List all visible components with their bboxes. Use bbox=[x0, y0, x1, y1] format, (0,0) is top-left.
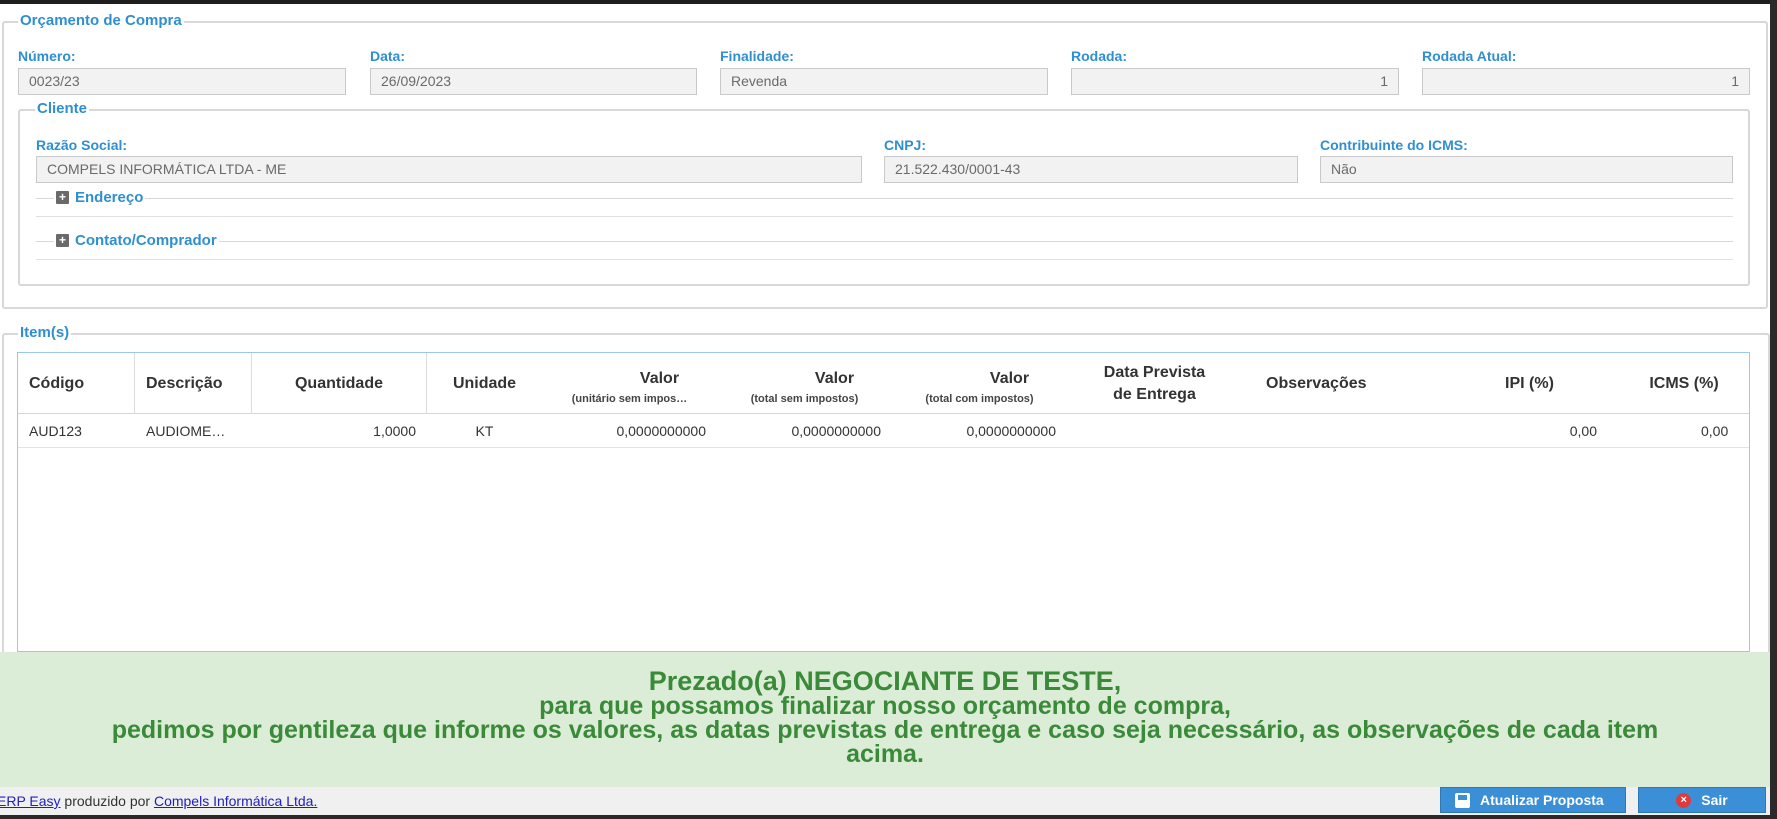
col-valor-unitario[interactable]: Valor (unitário sem impos… bbox=[542, 353, 717, 414]
banner-line-4: acima. bbox=[846, 740, 924, 768]
data-label: Data: bbox=[370, 48, 406, 64]
col-codigo[interactable]: Código bbox=[18, 353, 135, 414]
contato-toggle[interactable]: + Contato/Comprador bbox=[54, 232, 219, 249]
instruction-banner: Prezado(a) NEGOCIANTE DE TESTE, para que… bbox=[0, 652, 1770, 787]
erp-easy-link[interactable]: ERP Easy bbox=[0, 793, 61, 809]
cell-data-prevista[interactable] bbox=[1067, 415, 1242, 447]
rodada-atual-label: Rodada Atual: bbox=[1422, 48, 1517, 64]
col-data-prevista[interactable]: Data Prevista de Entrega bbox=[1067, 353, 1242, 414]
table-row[interactable]: AUD123 AUDIOME… 1,0000 KT 0,0000000000 0… bbox=[18, 415, 1749, 448]
numero-field[interactable]: 0023/23 bbox=[18, 68, 346, 95]
sair-label: Sair bbox=[1701, 792, 1728, 808]
cell-valor-total[interactable]: 0,0000000000 bbox=[717, 415, 881, 447]
icms-field[interactable]: Não bbox=[1320, 156, 1733, 183]
col-observacoes[interactable]: Observações bbox=[1242, 353, 1442, 414]
razao-social-field[interactable]: COMPELS INFORMÁTICA LTDA - ME bbox=[36, 156, 862, 183]
window-top-strip bbox=[0, 0, 1777, 4]
contato-section: + Contato/Comprador bbox=[36, 232, 1733, 260]
col-icms[interactable]: ICMS (%) bbox=[1617, 353, 1749, 414]
close-icon: × bbox=[1676, 792, 1692, 808]
window-bottom-edge bbox=[0, 815, 1777, 819]
col-unidade[interactable]: Unidade bbox=[427, 353, 542, 414]
numero-label: Número: bbox=[18, 48, 76, 64]
col-valor-total[interactable]: Valor (total sem impostos) bbox=[717, 353, 892, 414]
cell-valor-unitario[interactable]: 0,0000000000 bbox=[542, 415, 706, 447]
cnpj-label: CNPJ: bbox=[884, 137, 927, 153]
endereco-label: Endereço bbox=[75, 189, 144, 206]
compels-link[interactable]: Compels Informática Ltda. bbox=[154, 793, 317, 809]
endereco-section: + Endereço bbox=[36, 189, 1733, 217]
cell-descricao: AUDIOME… bbox=[146, 423, 226, 439]
endereco-toggle[interactable]: + Endereço bbox=[54, 189, 146, 206]
cell-valor-total-impostos[interactable]: 0,0000000000 bbox=[892, 415, 1056, 447]
orcamento-legend: Orçamento de Compra bbox=[18, 12, 184, 30]
col-valor-total-impostos[interactable]: Valor (total com impostos) bbox=[892, 353, 1067, 414]
col-quantidade[interactable]: Quantidade bbox=[252, 353, 427, 414]
finalidade-label: Finalidade: bbox=[720, 48, 794, 64]
rodada-field[interactable]: 1 bbox=[1071, 68, 1399, 95]
icms-label: Contribuinte do ICMS: bbox=[1320, 137, 1468, 153]
cell-codigo: AUD123 bbox=[29, 423, 82, 439]
cnpj-field[interactable]: 21.522.430/0001-43 bbox=[884, 156, 1298, 183]
sair-button[interactable]: × Sair bbox=[1638, 787, 1766, 813]
banner-line-2: para que possamos finalizar nosso orçame… bbox=[539, 692, 1231, 720]
window-right-edge bbox=[1770, 0, 1777, 819]
banner-line-1: Prezado(a) NEGOCIANTE DE TESTE, bbox=[648, 666, 1122, 696]
rodada-atual-field[interactable]: 1 bbox=[1422, 68, 1750, 95]
contato-label: Contato/Comprador bbox=[75, 232, 217, 249]
cell-unidade: KT bbox=[475, 423, 494, 439]
col-descricao[interactable]: Descrição bbox=[135, 353, 252, 414]
rodada-label: Rodada: bbox=[1071, 48, 1127, 64]
col-ipi[interactable]: IPI (%) bbox=[1442, 353, 1617, 414]
banner-line-3: pedimos por gentileza que informe os val… bbox=[111, 716, 1659, 744]
data-field[interactable]: 26/09/2023 bbox=[370, 68, 697, 95]
items-grid: Código Descrição Quantidade Unidade Valo… bbox=[17, 352, 1750, 652]
plus-icon: + bbox=[56, 234, 69, 247]
cell-icms[interactable]: 0,00 bbox=[1701, 415, 1749, 447]
plus-icon: + bbox=[56, 191, 69, 204]
cell-quantidade: 1,0000 bbox=[373, 423, 416, 439]
grid-header: Código Descrição Quantidade Unidade Valo… bbox=[18, 353, 1749, 414]
cell-observacoes[interactable] bbox=[1242, 415, 1442, 447]
cell-ipi[interactable]: 0,00 bbox=[1442, 415, 1597, 447]
save-icon bbox=[1455, 792, 1470, 808]
razao-social-label: Razão Social: bbox=[36, 137, 128, 153]
finalidade-field[interactable]: Revenda bbox=[720, 68, 1048, 95]
atualizar-proposta-button[interactable]: Atualizar Proposta bbox=[1440, 787, 1626, 813]
cliente-legend: Cliente bbox=[35, 100, 90, 118]
footer-credit: ERP Easy produzido por Compels Informáti… bbox=[0, 794, 317, 808]
itens-legend: Item(s) bbox=[18, 324, 72, 342]
atualizar-proposta-label: Atualizar Proposta bbox=[1480, 792, 1604, 808]
produced-by-text: produzido por bbox=[60, 793, 154, 809]
footer: ERP Easy produzido por Compels Informáti… bbox=[0, 787, 1770, 815]
